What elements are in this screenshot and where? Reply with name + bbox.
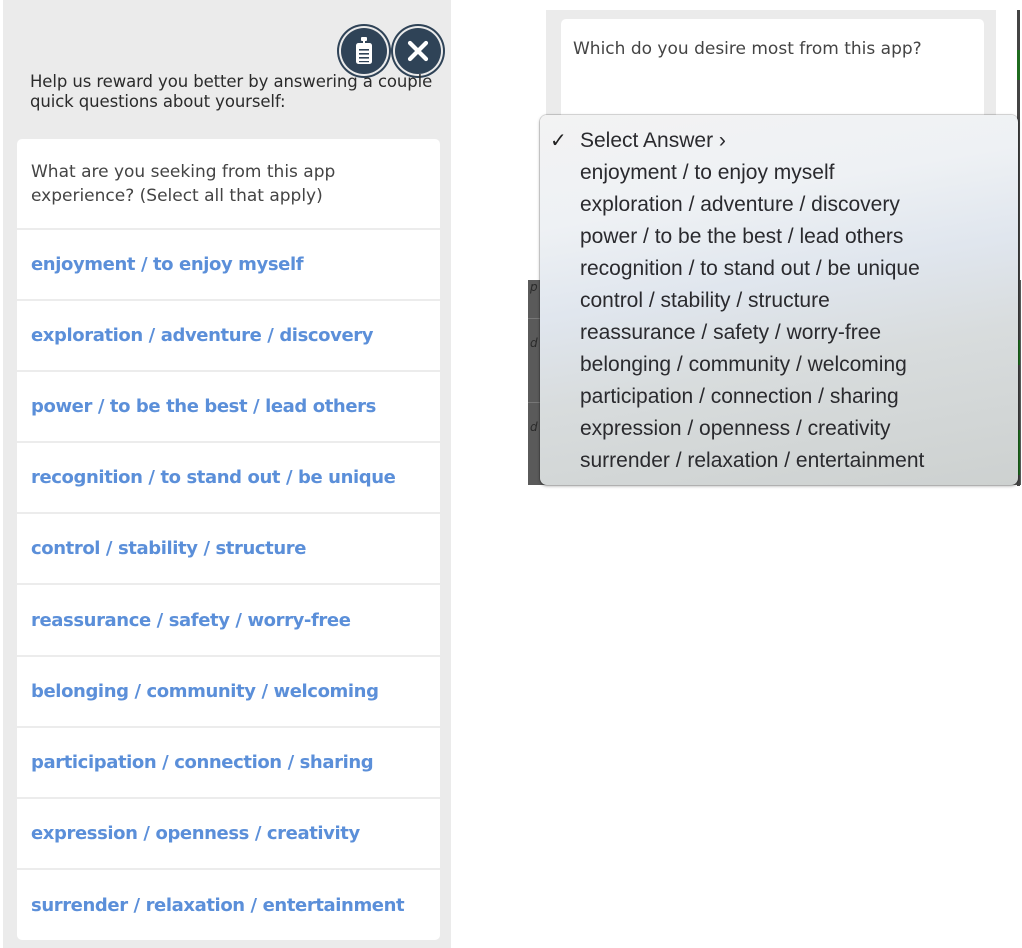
dropdown-item[interactable]: exploration / adventure / discovery (540, 189, 1018, 221)
dropdown-item[interactable]: surrender / relaxation / entertainment (540, 445, 1018, 477)
answer-option[interactable]: recognition / to stand out / be unique (17, 443, 440, 515)
answer-option[interactable]: participation / connection / sharing (17, 728, 440, 799)
answer-option[interactable]: control / stability / structure (17, 514, 440, 586)
edge-accent (1017, 50, 1020, 80)
survey-panel-single-select: Which do you desire most from this app? (546, 10, 996, 121)
question-card: Which do you desire most from this app? (561, 19, 984, 121)
survey-panel-multi-select: Help us reward you better by answering a… (3, 0, 451, 948)
dropdown-item[interactable]: power / to be the best / lead others (540, 221, 1018, 253)
dropdown-item[interactable]: belonging / community / welcoming (540, 349, 1018, 381)
obscured-text: d (530, 420, 538, 434)
intro-text: Help us reward you better by answering a… (30, 72, 433, 111)
answer-option[interactable]: reassurance / safety / worry-free (17, 585, 440, 657)
dropdown-item[interactable]: expression / openness / creativity (540, 413, 1018, 445)
answer-option[interactable]: expression / openness / creativity (17, 799, 440, 870)
dropdown-item[interactable]: enjoyment / to enjoy myself (540, 157, 1018, 189)
dropdown-item[interactable]: participation / connection / sharing (540, 381, 1018, 413)
obscured-text: d (530, 336, 538, 350)
dropdown-item-selected[interactable]: ✓ Select Answer › (540, 125, 1018, 157)
question-text: Which do you desire most from this app? (573, 39, 922, 59)
obscured-text: p (530, 280, 538, 294)
question-text: What are you seeking from this app exper… (17, 139, 440, 230)
dropdown-item[interactable]: recognition / to stand out / be unique (540, 253, 1018, 285)
survey-clipboard-button[interactable] (341, 28, 387, 74)
dropdown-item[interactable]: control / stability / structure (540, 285, 1018, 317)
answer-option[interactable]: power / to be the best / lead others (17, 372, 440, 444)
header-icon-group (341, 28, 441, 74)
close-icon (406, 39, 430, 63)
question-card: What are you seeking from this app exper… (17, 139, 440, 940)
answer-option[interactable]: enjoyment / to enjoy myself (17, 230, 440, 302)
dropdown-item[interactable]: reassurance / safety / worry-free (540, 317, 1018, 349)
answer-option[interactable]: belonging / community / welcoming (17, 657, 440, 728)
checkmark-icon: ✓ (550, 130, 567, 152)
survey-clipboard-icon (353, 36, 375, 66)
answer-option[interactable]: exploration / adventure / discovery (17, 301, 440, 373)
close-button[interactable] (395, 28, 441, 74)
dropdown-item-label: Select Answer › (580, 129, 726, 152)
answer-dropdown-menu[interactable]: ✓ Select Answer › enjoyment / to enjoy m… (540, 115, 1018, 485)
answer-option[interactable]: surrender / relaxation / entertainment (17, 870, 440, 940)
